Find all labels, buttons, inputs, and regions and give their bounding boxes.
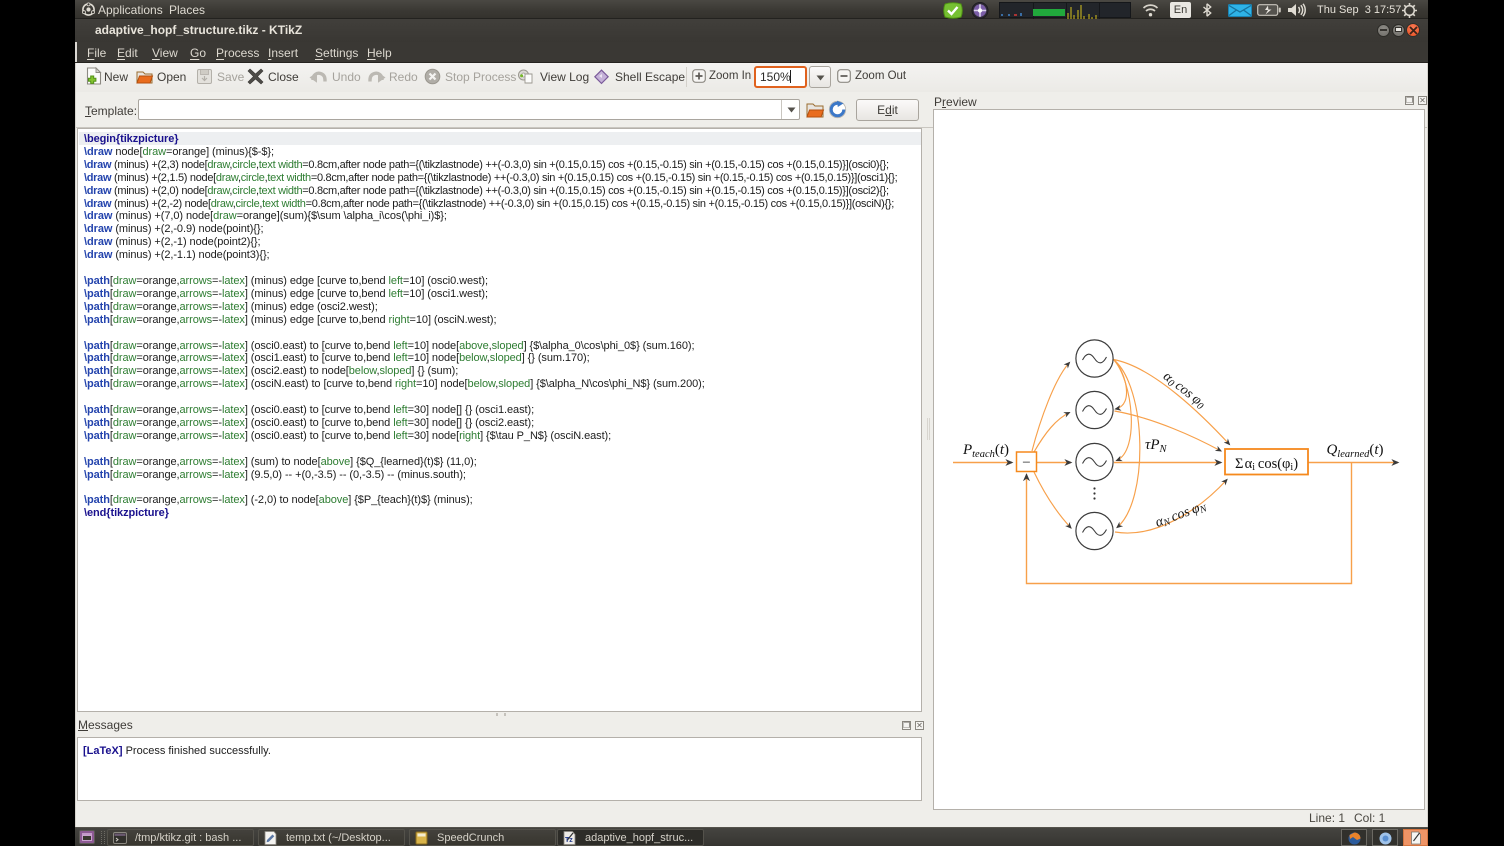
svg-text:τPN: τPN — [1145, 437, 1168, 455]
svg-text:Qlearned(t): Qlearned(t) — [1326, 442, 1383, 460]
svg-text:α0 cos φ0: α0 cos φ0 — [1159, 369, 1208, 412]
svg-text:Tz: Tz — [565, 837, 573, 844]
svg-text:−: − — [1022, 455, 1030, 471]
svg-text:Σ αi cos(φi): Σ αi cos(φi) — [1235, 456, 1298, 473]
svg-text:Pteach(t): Pteach(t) — [962, 442, 1009, 460]
